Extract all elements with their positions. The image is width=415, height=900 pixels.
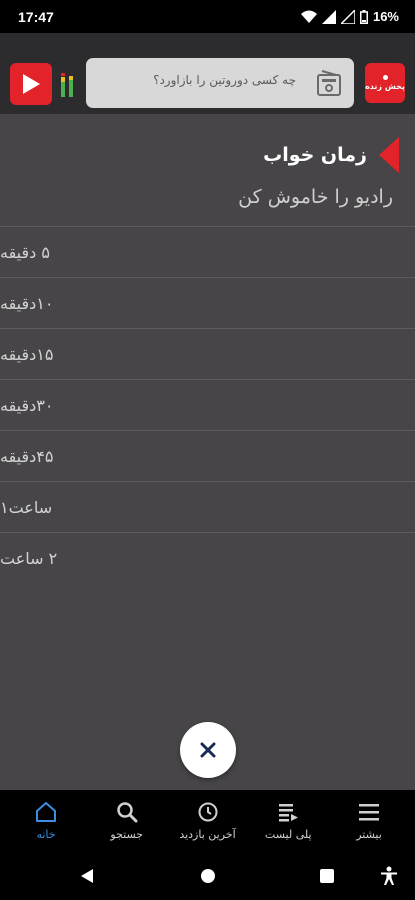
close-icon xyxy=(200,742,216,758)
system-nav-bar xyxy=(0,852,415,900)
nav-home[interactable]: خانه xyxy=(6,790,86,852)
home-circle-icon[interactable] xyxy=(200,868,216,884)
close-button[interactable] xyxy=(180,722,236,778)
live-label: پخش زنده xyxy=(365,82,405,91)
bottom-nav: خانه جستجو آخرین بازدید پلی لیست بیشتر xyxy=(0,790,415,852)
search-box[interactable]: چه کسی دوروتین را بازاورد؟ xyxy=(86,58,354,108)
status-time: 17:47 xyxy=(18,8,54,25)
timer-option[interactable]: ۵ دقیقه xyxy=(0,226,415,277)
sleep-timer-panel: زمان خواب رادیو را خاموش کن ۵ دقیقه ۱۰دق… xyxy=(0,114,415,790)
panel-title-row: زمان خواب xyxy=(263,136,415,174)
timer-option[interactable]: ۳۰دقیقه xyxy=(0,379,415,430)
radio-icon xyxy=(317,70,341,96)
nav-label: خانه xyxy=(36,828,56,841)
nav-label: بیشتر xyxy=(356,828,382,841)
panel-title: زمان خواب xyxy=(263,144,367,166)
timer-option[interactable]: ساعت۱ xyxy=(0,481,415,532)
live-dot-icon xyxy=(382,75,388,80)
accessibility-icon[interactable] xyxy=(380,866,398,886)
nav-label: جستجو xyxy=(110,828,144,841)
history-icon xyxy=(198,802,217,822)
nav-history[interactable]: آخرین بازدید xyxy=(168,790,248,852)
battery-percent: 16% xyxy=(372,9,399,24)
timer-option-list: ۵ دقیقه ۱۰دقیقه ۱۵دقیقه ۳۰دقیقه ۴۵دقیقه … xyxy=(0,226,415,583)
status-bar: 17:47 16% xyxy=(0,0,415,33)
back-icon[interactable] xyxy=(79,868,95,884)
signal-icon-2 xyxy=(340,9,355,24)
play-icon xyxy=(23,74,40,94)
equalizer-icon xyxy=(61,73,73,97)
timer-option[interactable]: ۱۵دقیقه xyxy=(0,328,415,379)
nav-search[interactable]: جستجو xyxy=(87,790,167,852)
nav-label: پلی لیست xyxy=(264,828,312,841)
top-bar: چه کسی دوروتین را بازاورد؟ پخش زنده xyxy=(0,51,415,114)
timer-option[interactable]: ۴۵دقیقه xyxy=(0,430,415,481)
signal-icon xyxy=(321,9,336,24)
panel-subtitle: رادیو را خاموش کن xyxy=(238,186,393,208)
nav-playlist[interactable]: پلی لیست xyxy=(248,790,328,852)
title-arrow-icon xyxy=(379,137,399,173)
timer-option[interactable]: ۲ ساعت xyxy=(0,532,415,583)
menu-icon xyxy=(359,804,379,821)
home-icon xyxy=(36,802,56,822)
status-icons: 16% xyxy=(300,9,399,24)
live-button[interactable]: پخش زنده xyxy=(365,63,405,103)
search-icon xyxy=(117,802,138,823)
recents-icon[interactable] xyxy=(319,868,335,884)
nav-label: آخرین بازدید xyxy=(179,828,236,841)
play-button[interactable] xyxy=(10,63,52,105)
header-strip xyxy=(0,33,415,51)
nav-more[interactable]: بیشتر xyxy=(329,790,409,852)
timer-option[interactable]: ۱۰دقیقه xyxy=(0,277,415,328)
battery-icon xyxy=(359,9,368,24)
playlist-icon xyxy=(279,804,299,822)
search-placeholder: چه کسی دوروتین را بازاورد؟ xyxy=(153,73,296,87)
wifi-icon xyxy=(300,10,317,23)
